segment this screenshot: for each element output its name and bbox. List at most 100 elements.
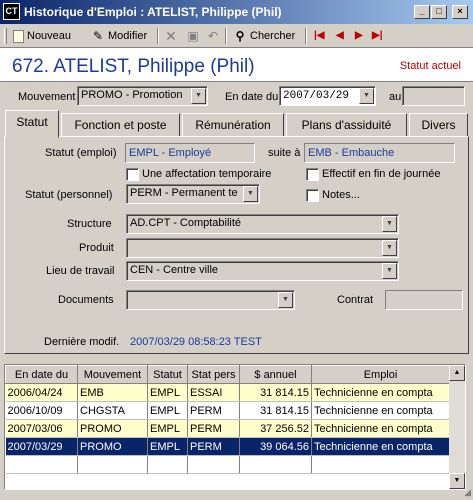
- table-cell: EMPL: [147, 401, 188, 420]
- table-cell: [77, 455, 148, 474]
- chevron-down-icon[interactable]: ▼: [382, 263, 397, 279]
- product-select[interactable]: ▼: [126, 238, 399, 258]
- table-cell: 2006/10/09: [5, 401, 78, 420]
- product-label: Produit: [79, 242, 114, 254]
- tab-remuneration[interactable]: Rémunération: [182, 113, 284, 137]
- close-button[interactable]: ×: [452, 5, 468, 19]
- employee-name: 672. ATELIST, Philippe (Phil): [12, 56, 255, 77]
- chevron-down-icon[interactable]: ▼: [382, 240, 397, 256]
- table-cell: [187, 455, 240, 474]
- last-modified-value: 2007/03/29 08:58:23 TEST: [130, 336, 262, 348]
- following-label: suite à: [268, 147, 301, 159]
- table-cell: Technicienne en compta: [311, 383, 450, 402]
- resize-grip-icon[interactable]: ◢: [464, 487, 471, 498]
- window-title: Historique d'Emploi : ATELIST, Philippe …: [24, 5, 282, 19]
- personnel-status-value: PERM - Permanent te: [130, 187, 238, 199]
- end-of-day-checkbox[interactable]: [306, 168, 319, 181]
- search-button[interactable]: ⚲ Chercher: [233, 27, 296, 45]
- chevron-down-icon[interactable]: ▼: [243, 186, 258, 202]
- column-header[interactable]: Stat pers: [187, 365, 240, 384]
- notes-label: Notes...: [322, 189, 360, 201]
- chevron-down-icon[interactable]: ▼: [278, 292, 293, 308]
- movement-value: PROMO - Promotion: [81, 89, 183, 101]
- temporary-assignment-label: Une affectation temporaire: [142, 168, 272, 180]
- first-record-icon[interactable]: |◀: [314, 30, 325, 41]
- tab-divers[interactable]: Divers: [409, 113, 468, 137]
- structure-value: AD.CPT - Comptabilité: [130, 217, 242, 229]
- table-row[interactable]: 2007/03/06 PROMO EMPL PERM 37 256.52 Technici…: [5, 419, 450, 438]
- new-button[interactable]: Nouveau: [13, 27, 71, 45]
- minimize-button[interactable]: _: [414, 5, 430, 19]
- chevron-down-icon[interactable]: ▼: [191, 88, 206, 104]
- following-field[interactable]: EMB - Embauche: [304, 143, 455, 163]
- scroll-up-icon[interactable]: ▲: [449, 365, 465, 381]
- toolbar-separator: [225, 28, 227, 44]
- movement-select[interactable]: PROMO - Promotion ▼: [77, 86, 208, 106]
- table-cell: ESSAI: [187, 383, 240, 402]
- column-header[interactable]: Mouvement: [77, 365, 148, 384]
- contract-label: Contrat: [337, 294, 374, 306]
- notes-checkbox[interactable]: [306, 189, 319, 202]
- next-record-icon[interactable]: ▶: [355, 30, 363, 41]
- table-cell: PERM: [187, 437, 240, 456]
- table-row[interactable]: 2006/04/24 EMB EMPL ESSAI 31 814.15 Technicie…: [5, 383, 450, 402]
- tab-fonction-et-poste[interactable]: Fonction et poste: [61, 113, 180, 137]
- structure-label: Structure: [67, 218, 112, 230]
- column-header[interactable]: $ annuel: [239, 365, 312, 384]
- delete-icon[interactable]: ✕: [164, 29, 178, 43]
- date-label: En date du: [225, 91, 279, 103]
- table-cell: 39 064.56: [239, 437, 312, 456]
- current-status-label: Statut actuel: [399, 60, 461, 72]
- table-cell: 2007/03/29: [5, 437, 78, 456]
- column-header[interactable]: Statut: [147, 365, 188, 384]
- edit-label: Modifier: [108, 30, 148, 42]
- table-cell: 31 814.15: [239, 383, 312, 402]
- to-date-input[interactable]: [402, 86, 465, 106]
- table-row[interactable]: 2007/03/29 PROMO EMPL PERM 39 064.56 Technici…: [5, 437, 450, 456]
- documents-label: Documents: [58, 294, 114, 306]
- table-cell: PROMO: [77, 419, 148, 438]
- scroll-down-icon[interactable]: ▼: [449, 473, 465, 489]
- maximize-button[interactable]: □: [431, 5, 447, 19]
- previous-record-icon[interactable]: ◀: [336, 30, 344, 41]
- history-grid[interactable]: En date du Mouvement Statut Stat pers $ annu…: [4, 364, 466, 490]
- table-cell: Technicienne en compta: [311, 437, 450, 456]
- binoculars-icon: ⚲: [235, 29, 245, 43]
- toolbar-separator: [157, 28, 159, 44]
- end-of-day-label: Effectif en fin de journée: [322, 168, 441, 180]
- undo-icon[interactable]: ↶: [206, 29, 220, 43]
- to-date-label: au: [389, 91, 402, 103]
- contract-field[interactable]: [385, 290, 463, 310]
- employee-header: 672. ATELIST, Philippe (Phil) Statut act…: [0, 48, 473, 82]
- documents-select[interactable]: ▼: [126, 290, 295, 310]
- workplace-select[interactable]: CEN - Centre ville ▼: [126, 261, 399, 281]
- chevron-down-icon[interactable]: ▼: [382, 216, 397, 232]
- table-cell: PERM: [187, 419, 240, 438]
- table-cell: PERM: [187, 401, 240, 420]
- employment-status-label: Statut (emploi): [45, 147, 117, 159]
- workplace-value: CEN - Centre ville: [130, 264, 219, 276]
- edit-button[interactable]: ✎ Modifier: [91, 27, 147, 45]
- vertical-scrollbar[interactable]: ▲ ▼: [449, 365, 465, 489]
- column-header[interactable]: En date du: [5, 365, 78, 384]
- personnel-status-select[interactable]: PERM - Permanent te ▼: [126, 184, 260, 204]
- table-cell: 31 814.15: [239, 401, 312, 420]
- table-cell: EMPL: [147, 419, 188, 438]
- chevron-down-icon[interactable]: ▼: [359, 88, 374, 104]
- table-cell: EMPL: [147, 437, 188, 456]
- table-cell: 37 256.52: [239, 419, 312, 438]
- last-modified-label: Dernière modif.: [44, 336, 120, 348]
- date-input[interactable]: 2007/03/29 ▼: [279, 86, 376, 106]
- table-cell: [5, 455, 78, 474]
- history-table: En date du Mouvement Statut Stat pers $ annu…: [5, 365, 450, 474]
- tab-plans-assiduite[interactable]: Plans d'assiduité: [286, 113, 407, 137]
- save-icon[interactable]: ▣: [186, 29, 200, 43]
- column-header[interactable]: Emploi: [311, 365, 450, 384]
- last-record-icon[interactable]: ▶|: [372, 30, 383, 41]
- title-bar: CT Historique d'Emploi : ATELIST, Philip…: [0, 0, 473, 24]
- table-row[interactable]: 2006/10/09 CHGSTA EMPL PERM 31 814.15 Technic…: [5, 401, 450, 420]
- structure-select[interactable]: AD.CPT - Comptabilité ▼: [126, 214, 399, 234]
- employment-status-field[interactable]: EMPL - Employé: [125, 143, 255, 163]
- temporary-assignment-checkbox[interactable]: [126, 168, 139, 181]
- tab-statut[interactable]: Statut: [5, 110, 59, 138]
